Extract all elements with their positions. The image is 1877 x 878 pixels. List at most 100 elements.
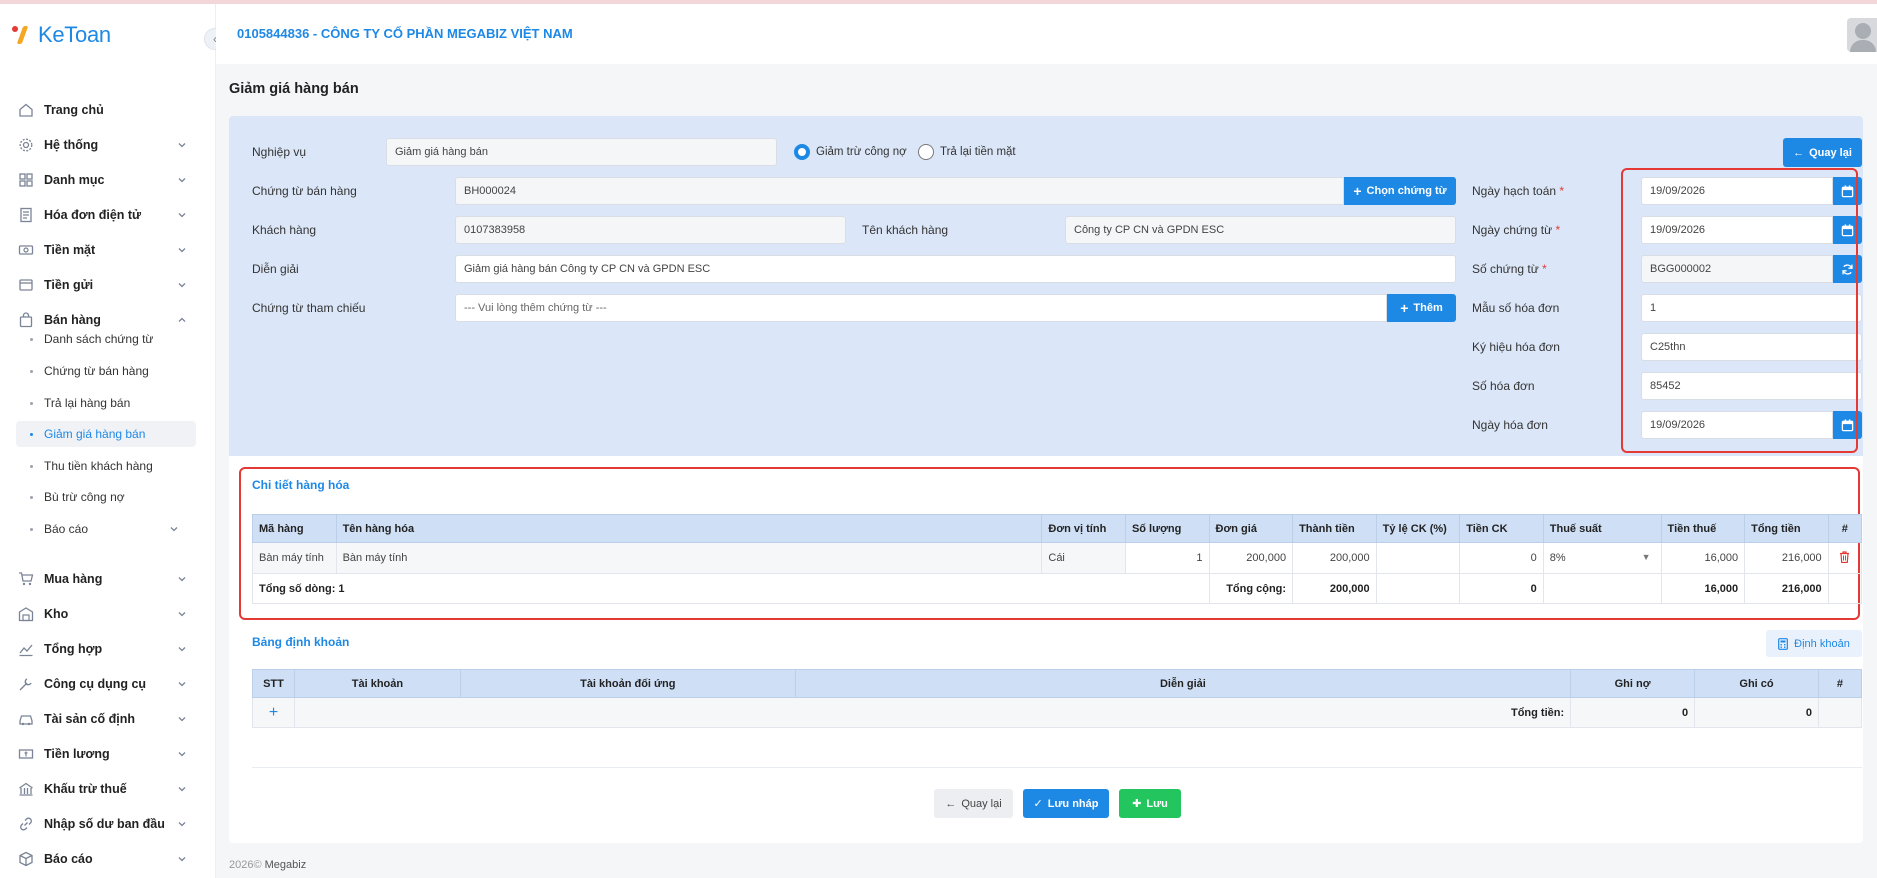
sidebar-item-label: Tiền lương [44,747,110,761]
back-top-button[interactable]: ← Quay lại [1783,138,1862,167]
dien-giai-input[interactable]: Giảm giá hàng bán Công ty CP CN và GPDN … [455,255,1456,283]
dk-header-row: STT Tài khoản Tài khoản đối ứng Diễn giả… [252,669,1863,698]
sidebar-item-label: Báo cáo [44,852,93,866]
ten-kh-label: Tên khách hàng [862,223,949,237]
sidebar-item-10[interactable]: Tổng hợp [18,637,188,661]
avatar[interactable] [1847,18,1877,52]
sidebar-subitem-1[interactable]: Danh sách chứng từ [16,326,196,352]
kh-input[interactable]: 0107383958 [455,216,846,244]
sidebar-item-1[interactable]: Trang chủ [18,98,188,122]
sidebar-subitem-5[interactable]: Thu tiền khách hàng [16,453,196,479]
cell-tong-tien[interactable]: 216,000 [1744,542,1829,574]
chevron-down-icon [176,748,188,760]
cell-ma-hang[interactable]: Bàn máy tính [252,542,337,574]
ctbh-label: Chứng từ bán hàng [252,184,357,198]
sidebar-item-6[interactable]: Tiền gửi [18,273,188,297]
logo-mark-icon [12,24,32,46]
cell-so-luong[interactable]: 1 [1124,542,1210,574]
col-dvt: Đơn vị tính [1041,514,1126,543]
logo-text: KeToan [38,22,111,47]
radio-tra-lai-tien-mat[interactable]: Trả lại tiền mặt [918,144,1016,160]
sidebar-item-label: Nhập số dư ban đầu [44,817,165,831]
chevron-down-icon [176,853,188,865]
sidebar-item-4[interactable]: Hóa đơn điện tử [18,203,188,227]
chevron-down-icon [176,643,188,655]
sidebar-subitem-label: Báo cáo [44,522,89,536]
dinh-khoan-button[interactable]: Định khoản [1766,630,1862,657]
tax-icon [18,781,34,797]
radio-giam-tru-cong-no[interactable]: Giảm trừ công nợ [794,144,907,160]
sidebar-item-15[interactable]: Nhập số dư ban đầu [18,812,188,836]
nghiep-vu-input[interactable]: Giảm giá hàng bán [386,138,777,166]
gear-icon [18,137,34,153]
sidebar-item-label: Công cụ dụng cụ [44,677,147,691]
ctbh-input[interactable]: BH000024 [455,177,1344,205]
col-ghi-no: Ghi nợ [1570,669,1696,698]
ten-kh-input[interactable]: Công ty CP CN và GPDN ESC [1065,216,1456,244]
bullet-icon [30,401,33,405]
col-actions: # [1817,669,1863,698]
sidebar-subitem-3[interactable]: Trả lại hàng bán [16,390,196,416]
required-mark: * [1542,262,1547,276]
sidebar-item-12[interactable]: Tài sản cố định [18,707,188,731]
mau-so-label: Mẫu số hóa đơn [1472,301,1560,315]
sidebar-item-3[interactable]: Danh mục [18,168,188,192]
table-row: Bàn máy tính Bàn máy tính Cái 1 200,000 … [252,542,1863,574]
them-button[interactable]: + Thêm [1387,294,1456,322]
chon-chung-tu-button[interactable]: + Chọn chứng từ [1344,177,1456,205]
sidebar-subitem-7[interactable]: Báo cáo [16,516,196,542]
ct-tham-chieu-input[interactable]: --- Vui lòng thêm chứng từ --- [455,294,1387,322]
col-ma-hang: Mã hàng [252,514,337,543]
sidebar-subitem-6[interactable]: Bù trừ công nợ [16,484,196,510]
bullet-icon [30,369,33,373]
sidebar-item-14[interactable]: Khấu trừ thuế [18,777,188,801]
highlight-box-dates [1621,168,1858,453]
user-check-icon: ✚ [1132,798,1142,810]
sidebar-item-8[interactable]: Mua hàng [18,567,188,591]
add-row-button[interactable]: + [252,697,295,728]
chevron-down-icon [176,174,188,186]
col-actions: # [1827,514,1863,543]
chevron-down-icon [176,209,188,221]
delete-row-button[interactable] [1827,542,1863,574]
page-title: Giảm giá hàng bán [229,81,359,97]
bullet-icon [30,337,33,341]
cell-don-gia[interactable]: 200,000 [1208,542,1294,574]
total-tong-tien: 216,000 [1744,573,1829,604]
cell-thanh-tien[interactable]: 200,000 [1292,542,1377,574]
sidebar-item-label: Hệ thống [44,138,99,152]
chevron-down-icon: ▼ [1641,552,1651,562]
cell-tien-ck[interactable]: 0 [1459,542,1544,574]
trash-icon [1840,550,1850,563]
sidebar-item-13[interactable]: Tiền lương [18,742,188,766]
cell-ty-le-ck[interactable] [1375,542,1461,574]
col-tien-ck: Tiền CK [1459,514,1544,543]
sidebar-item-16[interactable]: Báo cáo [18,847,188,871]
radio-label: Giảm trừ công nợ [816,146,907,158]
sidebar-subitem-2[interactable]: Chứng từ bán hàng [16,358,196,384]
cell-tien-thue[interactable]: 16,000 [1660,542,1746,574]
back-button[interactable]: ← Quay lại [934,789,1013,818]
save-draft-button[interactable]: ✓ Lưu nháp [1023,789,1109,818]
company-name: 0105844836 - CÔNG TY CỔ PHẦN MEGABIZ VIỆ… [237,26,573,41]
total-thanh-tien: 200,000 [1292,573,1377,604]
logo[interactable]: KeToan [12,22,111,48]
col-ty-le-ck: Tỷ lệ CK (%) [1375,514,1461,543]
cell-dvt[interactable]: Cái [1041,542,1126,574]
sidebar-item-9[interactable]: Kho [18,602,188,626]
cell-ten-hang[interactable]: Bàn máy tính [335,542,1043,574]
dinh-khoan-label: Định khoản [1794,637,1850,650]
sidebar-subitem-label: Chứng từ bán hàng [44,364,149,378]
sidebar-item-5[interactable]: Tiền mặt [18,238,188,262]
arrow-left-icon: ← [1793,146,1805,159]
sidebar-item-11[interactable]: Công cụ dụng cụ [18,672,188,696]
total-empty-3 [1827,573,1863,604]
sidebar-item-2[interactable]: Hệ thống [18,133,188,157]
save-button[interactable]: ✚ Lưu [1119,789,1181,818]
thue-suat-value: 8% [1549,552,1566,564]
sidebar-subitem-label: Danh sách chứng từ [44,332,154,346]
chevron-down-icon [176,678,188,690]
sidebar-subitem-4[interactable]: Giảm giá hàng bán [16,421,196,447]
dk-ghi-no-total: 0 [1570,697,1696,728]
cell-thue-suat-select[interactable]: 8% ▼ [1542,542,1662,574]
